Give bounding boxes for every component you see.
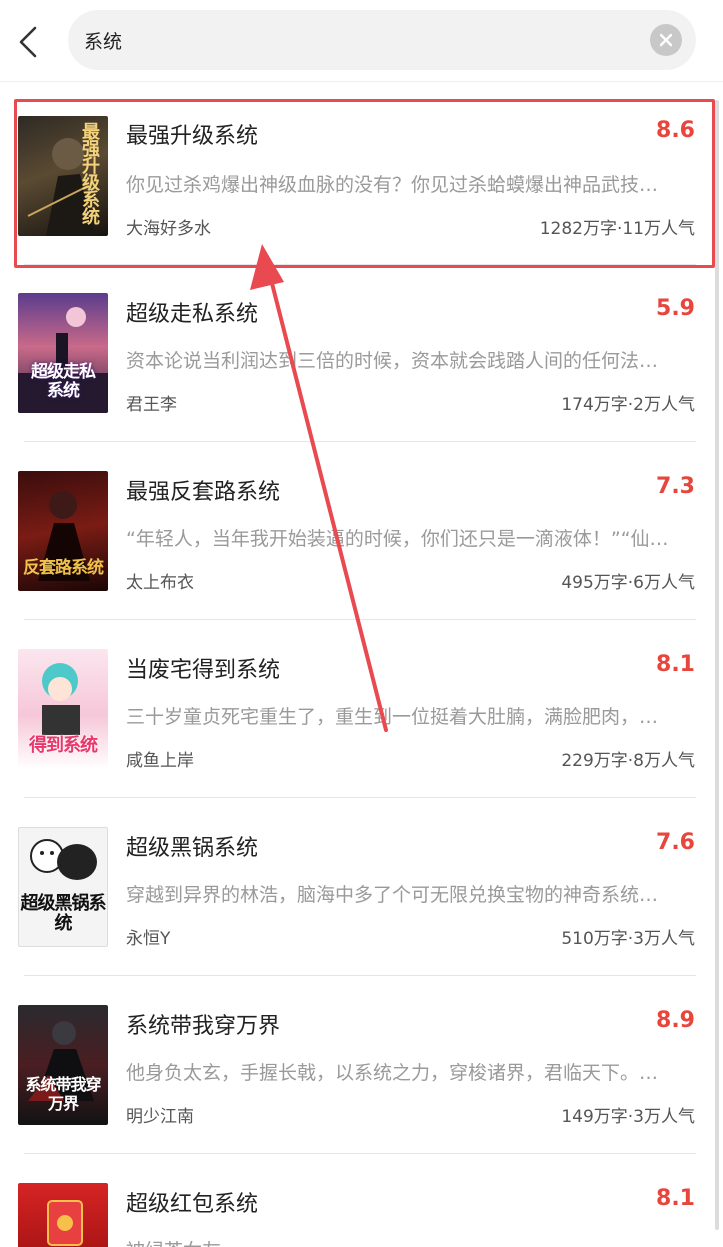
book-meta: 229万字·8万人气 <box>561 751 695 771</box>
search-header <box>0 0 723 82</box>
book-item[interactable]: 超级红包系统 8.1 被绿茶女友 <box>0 1168 723 1247</box>
book-author: 永恒Y <box>126 929 171 949</box>
book-cover: 超级黑锅系统 <box>18 827 108 947</box>
divider <box>24 264 696 265</box>
cover-title-text: 最强升级系统 <box>79 122 100 224</box>
scrollbar[interactable] <box>715 100 719 1230</box>
book-item[interactable]: 系统带我穿万界 系统带我穿万界 8.9 他身负太玄，手握长戟，以系统之力，穿梭诸… <box>0 990 723 1168</box>
book-author: 大海好多水 <box>126 219 211 239</box>
book-score: 8.9 <box>656 1008 695 1033</box>
book-score: 7.3 <box>656 474 695 499</box>
divider <box>24 441 696 442</box>
book-author: 明少江南 <box>126 1107 194 1127</box>
book-description: 资本论说当利润达到三倍的时候，资本就会践踏人间的任何法… <box>126 350 659 372</box>
clear-icon <box>659 33 673 47</box>
cover-title-text: 超级黑锅系统 <box>20 893 107 934</box>
book-meta: 510万字·3万人气 <box>561 929 695 949</box>
book-cover: 系统带我穿万界 <box>18 1005 108 1125</box>
cover-title-text: 反套路系统 <box>23 558 104 578</box>
book-item[interactable]: 最强升级系统 最强升级系统 8.6 你见过杀鸡爆出神级血脉的没有？你见过杀蛤蟆爆… <box>0 100 723 278</box>
book-author: 君王李 <box>126 395 177 415</box>
book-title: 最强反套路系统 <box>126 480 281 505</box>
cover-title-text: 系统带我穿万界 <box>25 1075 101 1113</box>
book-meta: 1282万字·11万人气 <box>539 219 695 239</box>
book-title: 超级红包系统 <box>126 1192 259 1217</box>
book-meta: 174万字·2万人气 <box>561 395 695 415</box>
book-item[interactable]: 反套路系统 最强反套路系统 7.3 “年轻人，当年我开始装逼的时候，你们还只是一… <box>0 456 723 634</box>
book-cover <box>18 1183 108 1247</box>
book-cover: 反套路系统 <box>18 471 108 591</box>
back-button[interactable] <box>10 20 46 64</box>
search-input[interactable] <box>84 10 624 70</box>
book-item[interactable]: 得到系统 当废宅得到系统 8.1 三十岁童贞死宅重生了，重生到一位挺着大肚腩，满… <box>0 634 723 812</box>
clear-search-button[interactable] <box>650 24 682 56</box>
book-score: 7.6 <box>656 830 695 855</box>
search-box[interactable] <box>68 10 696 70</box>
book-score: 8.6 <box>656 118 695 143</box>
book-title: 最强升级系统 <box>126 124 259 149</box>
book-description: 他身负太玄，手握长戟，以系统之力，穿梭诸界，君临天下。… <box>126 1062 659 1084</box>
cover-title-text: 得到系统 <box>29 735 98 756</box>
book-score: 8.1 <box>656 652 695 677</box>
cover-title-text: 超级走私系统 <box>31 362 96 401</box>
book-author: 咸鱼上岸 <box>126 751 194 771</box>
book-item[interactable]: 超级走私系统 超级走私系统 5.9 资本论说当利润达到三倍的时候，资本就会践踏人… <box>0 278 723 456</box>
book-item[interactable]: 超级黑锅系统 超级黑锅系统 7.6 穿越到异界的林浩，脑海中多了个可无限兑换宝物… <box>0 812 723 990</box>
book-score: 5.9 <box>656 296 695 321</box>
book-cover: 超级走私系统 <box>18 293 108 413</box>
book-meta: 149万字·3万人气 <box>561 1107 695 1127</box>
divider <box>24 797 696 798</box>
book-title: 系统带我穿万界 <box>126 1014 281 1039</box>
chevron-left-icon <box>19 26 37 58</box>
divider <box>24 1153 696 1154</box>
book-meta: 495万字·6万人气 <box>561 573 695 593</box>
book-title: 超级走私系统 <box>126 302 259 327</box>
book-score: 8.1 <box>656 1186 695 1211</box>
book-description: 三十岁童贞死宅重生了，重生到一位挺着大肚腩，满脸肥肉，… <box>126 706 659 728</box>
book-cover: 得到系统 <box>18 649 108 769</box>
book-author: 太上布衣 <box>126 573 194 593</box>
book-cover: 最强升级系统 <box>18 116 108 236</box>
book-description: “年轻人，当年我开始装逼的时候，你们还只是一滴液体！”“仙… <box>126 528 669 550</box>
book-description: 你见过杀鸡爆出神级血脉的没有？你见过杀蛤蟆爆出神品武技… <box>126 174 659 196</box>
book-description: 穿越到异界的林浩，脑海中多了个可无限兑换宝物的神奇系统… <box>126 884 659 906</box>
divider <box>24 975 696 976</box>
book-title: 当废宅得到系统 <box>126 658 281 683</box>
book-title: 超级黑锅系统 <box>126 836 259 861</box>
divider <box>24 619 696 620</box>
book-description: 被绿茶女友 <box>126 1236 708 1247</box>
